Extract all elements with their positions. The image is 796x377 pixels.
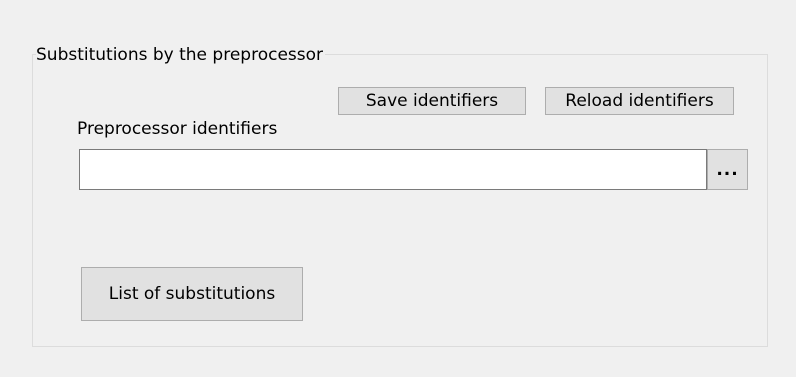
groupbox-title: Substitutions by the preprocessor <box>36 43 326 67</box>
reload-identifiers-button[interactable]: Reload identifiers <box>545 87 734 115</box>
list-of-substitutions-button[interactable]: List of substitutions <box>81 267 303 321</box>
preprocessor-identifiers-input[interactable] <box>79 149 707 190</box>
preprocessor-identifiers-label: Preprocessor identifiers <box>77 119 278 139</box>
browse-button[interactable]: ... <box>707 149 748 190</box>
save-identifiers-button[interactable]: Save identifiers <box>338 87 526 115</box>
